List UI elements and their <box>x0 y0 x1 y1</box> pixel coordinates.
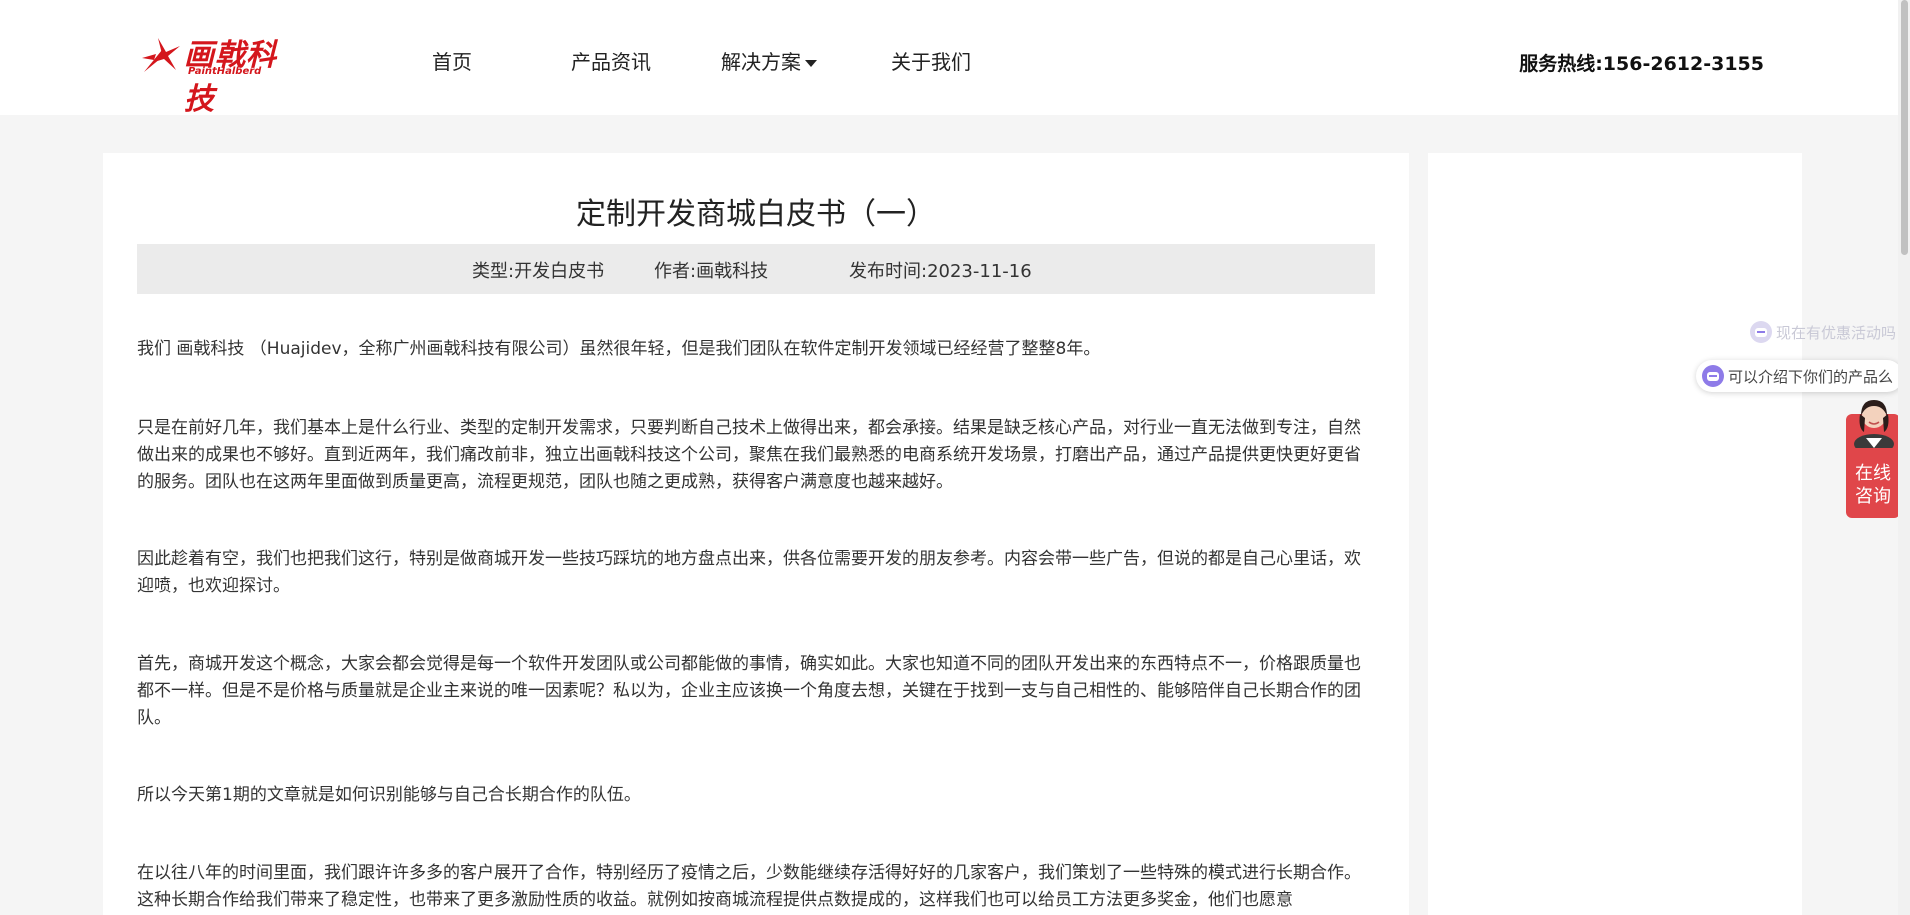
article-author: 作者:画戟科技 <box>654 261 769 282</box>
article-title: 定制开发商城白皮书（一） <box>576 197 936 232</box>
right-sidebar <box>1428 153 1802 915</box>
chat-suggestion-product-text: 可以介绍下你们的产品么 <box>1728 367 1894 386</box>
nav-solutions[interactable]: 解决方案 <box>721 46 817 75</box>
article-paragraph: 只是在前好几年，我们基本上是什么行业、类型的定制开发需求，只要判断自己技术上做得… <box>137 418 1361 492</box>
logo-halberd-icon <box>142 38 180 72</box>
nav-solutions-label: 解决方案 <box>721 50 801 74</box>
consult-line-1: 在线 <box>1855 463 1891 484</box>
nav-home[interactable]: 首页 <box>432 46 472 75</box>
chat-suggestion-discount[interactable]: 现在有优惠活动吗 <box>1744 316 1906 348</box>
chat-suggestion-product[interactable]: 可以介绍下你们的产品么 <box>1696 360 1904 392</box>
article-type: 类型:开发白皮书 <box>472 261 605 282</box>
site-header: 画戟科技 PaintHalberd 首页 产品资讯 解决方案 关于我们 服务热线… <box>0 0 1910 117</box>
article-date: 发布时间:2023-11-16 <box>849 261 1032 282</box>
chat-bubble-icon <box>1702 365 1724 387</box>
article-paragraph: 所以今天第1期的文章就是如何识别能够与自己合长期合作的队伍。 <box>137 785 641 805</box>
consult-line-2: 咨询 <box>1855 486 1891 507</box>
agent-avatar-icon <box>1854 400 1894 448</box>
article-card: 定制开发商城白皮书（一） 类型:开发白皮书 作者:画戟科技 发布时间:2023-… <box>103 153 1409 915</box>
logo-subtitle: PaintHalberd <box>188 66 262 77</box>
article-paragraph: 首先，商城开发这个概念，大家会都会觉得是每一个软件开发团队或公司都能做的事情，确… <box>137 654 1361 728</box>
article-paragraph: 我们 画戟科技 （Huajidev，全称广州画戟科技有限公司）虽然很年轻，但是我… <box>137 339 1101 359</box>
chat-bubble-icon <box>1750 321 1772 343</box>
page-scrollbar-thumb[interactable] <box>1901 0 1908 255</box>
nav-about-us[interactable]: 关于我们 <box>891 46 971 75</box>
caret-down-icon <box>805 60 817 67</box>
chat-suggestion-discount-text: 现在有优惠活动吗 <box>1776 323 1897 342</box>
article-paragraph: 在以往八年的时间里面，我们跟许许多多的客户展开了合作，特别经历了疫情之后，少数能… <box>137 863 1361 910</box>
nav-about-us-label: 关于我们 <box>891 50 971 74</box>
site-logo[interactable]: 画戟科技 PaintHalberd <box>140 30 300 117</box>
article-meta-bar: 类型:开发白皮书 作者:画戟科技 发布时间:2023-11-16 <box>137 244 1375 294</box>
nav-product-news[interactable]: 产品资讯 <box>571 46 651 75</box>
online-consult-label: 在线 咨询 <box>1846 462 1900 508</box>
nav-home-label: 首页 <box>432 50 472 74</box>
article-paragraph: 因此趁着有空，我们也把我们这行，特别是做商城开发一些技巧踩坑的地方盘点出来，供各… <box>137 549 1361 596</box>
service-hotline: 服务热线:156-2612-3155 <box>1519 53 1764 75</box>
nav-product-news-label: 产品资讯 <box>571 50 651 74</box>
